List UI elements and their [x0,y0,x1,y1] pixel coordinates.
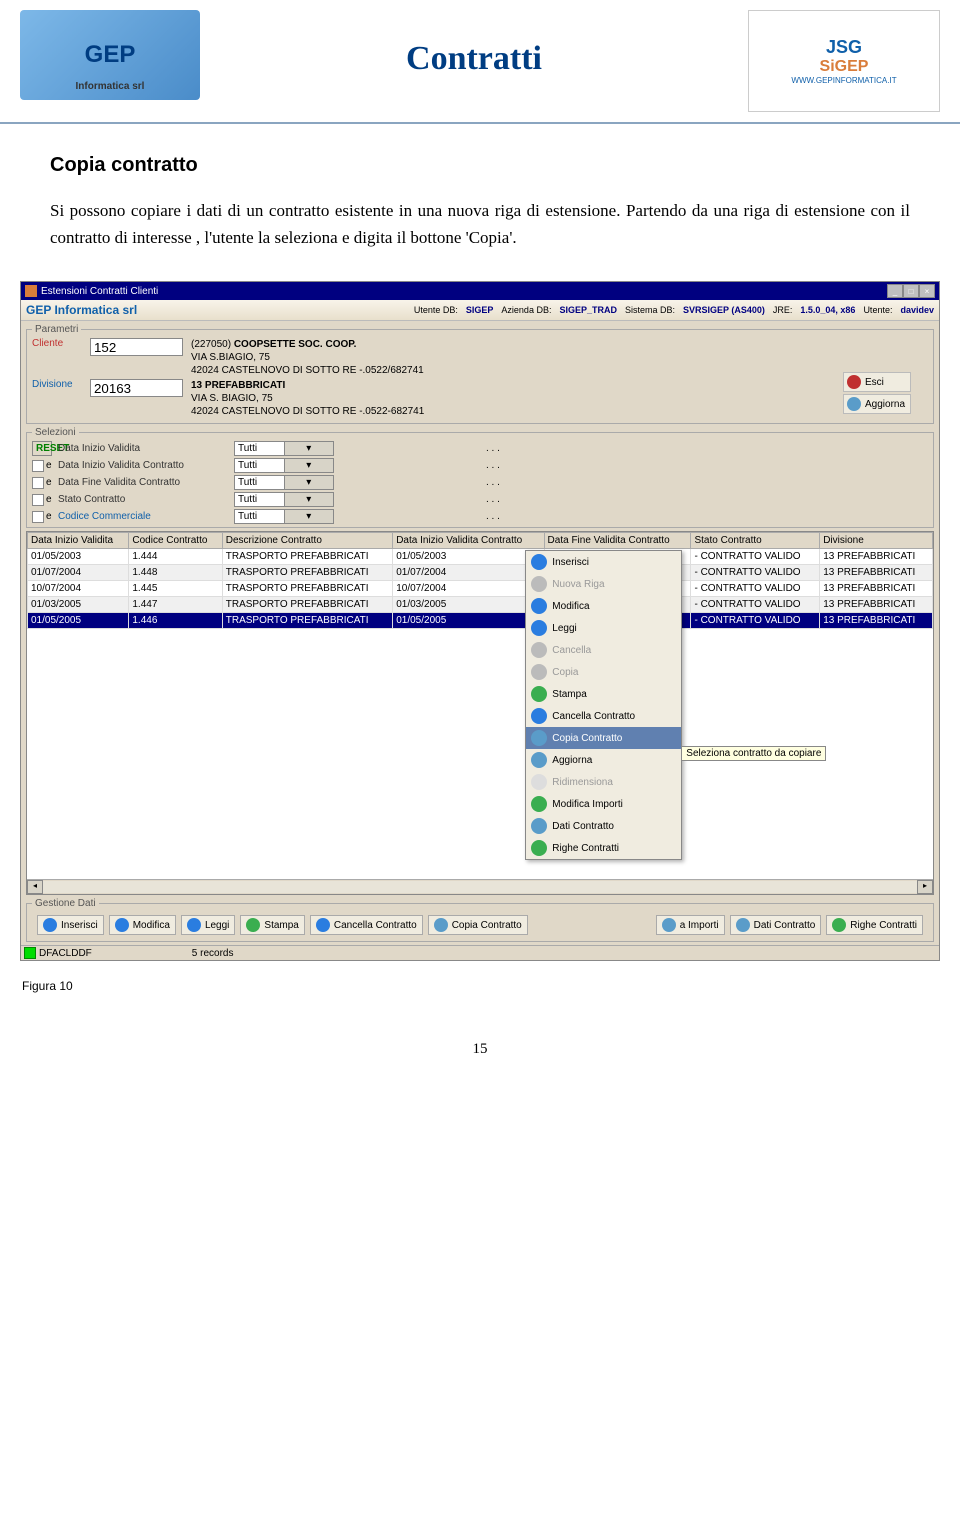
company-label: GEP Informatica srl [26,303,137,317]
section-title: Copia contratto [50,154,910,177]
cliente-input[interactable] [90,338,183,356]
combo-dfvc[interactable]: Tutti▾ [234,475,334,490]
righe-contratti-button[interactable]: Righe Contratti [826,915,923,935]
stampa-button[interactable]: Stampa [240,915,304,935]
menu-item-stampa[interactable]: Stampa [526,683,681,705]
page-number: 15 [0,1001,960,1078]
table-row[interactable]: 01/05/20031.444TRASPORTO PREFABBRICATI01… [28,549,933,565]
menu-item-inserisci[interactable]: Inserisci [526,551,681,573]
combo-div[interactable]: Tutti▾ [234,441,334,456]
scroll-left[interactable]: ◂ [27,880,43,894]
menu-item-nuova-riga: Nuova Riga [526,573,681,595]
context-menu: InserisciNuova RigaModificaLeggiCancella… [525,550,682,860]
table-row[interactable]: 10/07/20041.445TRASPORTO PREFABBRICATI10… [28,581,933,597]
scroll-right[interactable]: ▸ [917,880,933,894]
table-row[interactable]: 01/05/20051.446TRASPORTO PREFABBRICATI01… [28,613,933,629]
menu-item-cancella: Cancella [526,639,681,661]
combo-cc[interactable]: Tutti▾ [234,509,334,524]
figure-caption: Figura 10 [0,971,960,1001]
aggiorna-button[interactable]: Aggiorna [843,394,911,414]
table-row[interactable]: 01/03/20051.447TRASPORTO PREFABBRICATI01… [28,597,933,613]
a-importi-button[interactable]: a Importi [656,915,725,935]
esci-button[interactable]: Esci [843,372,911,392]
dati-contratto-button[interactable]: Dati Contratto [730,915,822,935]
status-led [24,947,36,959]
java-icon [25,285,37,297]
column-header[interactable]: Stato Contratto [691,533,820,549]
copia-contratto-button[interactable]: Copia Contratto [428,915,528,935]
menu-item-righe-contratti[interactable]: Righe Contratti [526,837,681,859]
app-window: Estensioni Contratti Clienti _ □ × GEP I… [20,281,940,961]
window-title: Estensioni Contratti Clienti [41,286,158,297]
divisione-input[interactable] [90,379,183,397]
column-header[interactable]: Codice Contratto [129,533,222,549]
datagrid[interactable]: Data Inizio ValiditaCodice ContrattoDesc… [26,531,934,895]
close-button[interactable]: × [919,284,935,298]
menu-item-modifica-importi[interactable]: Modifica Importi [526,793,681,815]
menu-item-leggi[interactable]: Leggi [526,617,681,639]
column-header[interactable]: Descrizione Contratto [222,533,392,549]
menu-item-dati-contratto[interactable]: Dati Contratto [526,815,681,837]
tooltip: Seleziona contratto da copiare [681,746,826,761]
divisione-label: Divisione [32,379,82,390]
column-header[interactable]: Data Inizio Validita [28,533,129,549]
selezioni-fieldset: Selezioni RESET Data Inizio Validita Tut… [26,427,934,528]
checkbox[interactable] [32,460,44,472]
menu-item-modifica[interactable]: Modifica [526,595,681,617]
column-header[interactable]: Data Inizio Validita Contratto [393,533,544,549]
page-title: Contratti [200,40,748,78]
column-header[interactable]: Data Fine Validita Contratto [544,533,691,549]
menu-item-copia-contratto[interactable]: Copia Contratto [526,727,681,749]
inserisci-button[interactable]: Inserisci [37,915,104,935]
titlebar: Estensioni Contratti Clienti _ □ × [21,282,939,300]
menu-item-cancella-contratto[interactable]: Cancella Contratto [526,705,681,727]
minimize-button[interactable]: _ [887,284,903,298]
menu-item-ridimensiona: Ridimensiona [526,771,681,793]
combo-stato[interactable]: Tutti▾ [234,492,334,507]
jsg-logo: JSG SiGEP WWW.GEPINFORMATICA.IT [748,10,940,112]
table-row[interactable]: 01/07/20041.448TRASPORTO PREFABBRICATI01… [28,565,933,581]
cancella-contratto-button[interactable]: Cancella Contratto [310,915,423,935]
maximize-button[interactable]: □ [903,284,919,298]
header-info: Utente DB:SIGEP Azienda DB:SIGEP_TRAD Si… [414,305,934,315]
parametri-fieldset: Parametri Cliente (227050) COOPSETTE SOC… [26,324,934,424]
cliente-label: Cliente [32,338,82,349]
modifica-button[interactable]: Modifica [109,915,176,935]
gep-logo: GEP Informatica srl [20,10,200,100]
leggi-button[interactable]: Leggi [181,915,235,935]
combo-divc[interactable]: Tutti▾ [234,458,334,473]
reset-button[interactable]: RESET [32,441,52,456]
menu-item-aggiorna[interactable]: Aggiorna [526,749,681,771]
section-paragraph: Si possono copiare i dati di un contratt… [50,197,910,251]
column-header[interactable]: Divisione [820,533,933,549]
gestione-dati-fieldset: Gestione Dati InserisciModificaLeggiStam… [26,898,934,942]
menu-item-copia: Copia [526,661,681,683]
